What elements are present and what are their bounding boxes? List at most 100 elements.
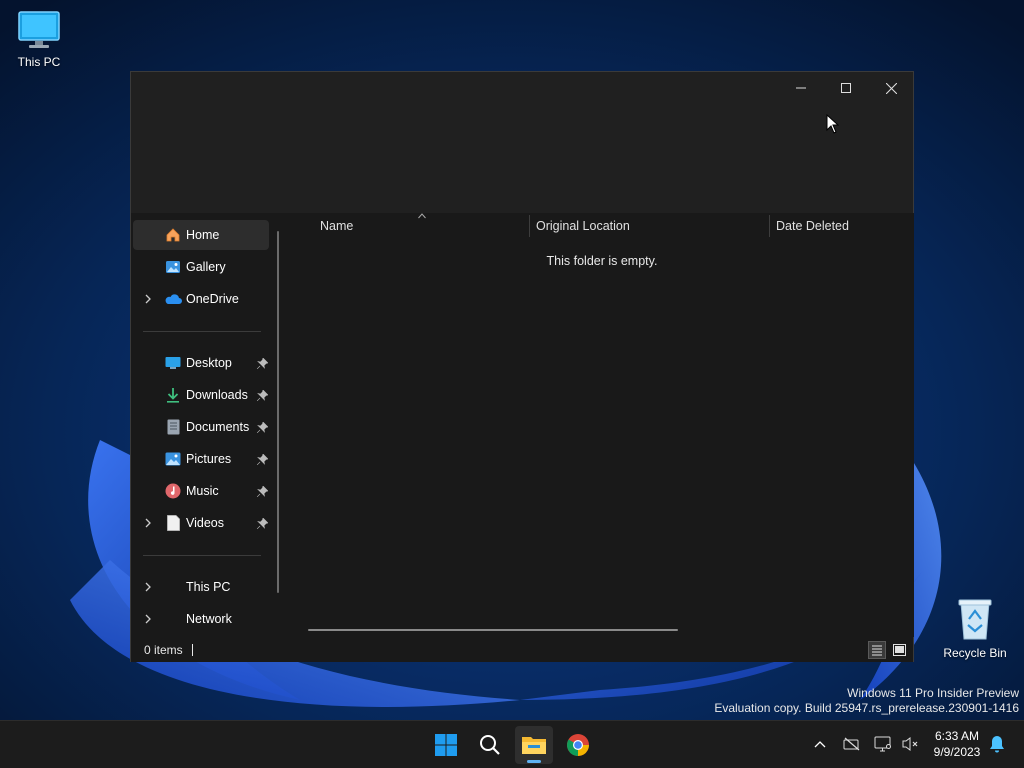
nav-scrollbar[interactable] bbox=[277, 231, 279, 593]
network-status-button[interactable] bbox=[841, 733, 863, 755]
display-icon bbox=[874, 736, 891, 752]
horizontal-scrollbar[interactable] bbox=[308, 629, 678, 631]
chrome-taskbar-button[interactable] bbox=[559, 726, 597, 764]
column-divider[interactable] bbox=[529, 215, 530, 237]
taskbar-clock[interactable]: 6:33 AM 9/9/2023 bbox=[926, 728, 988, 760]
documents-icon bbox=[164, 418, 182, 436]
nav-item-label: Desktop bbox=[186, 356, 232, 370]
nav-item-pictures[interactable]: Pictures bbox=[133, 444, 269, 474]
close-button[interactable] bbox=[868, 74, 914, 102]
chrome-icon bbox=[567, 734, 589, 756]
minimize-icon bbox=[796, 87, 806, 89]
pin-icon[interactable] bbox=[257, 389, 268, 401]
pin-icon[interactable] bbox=[257, 485, 268, 497]
recycle-bin-window: Home Gallery OneDrive Desktop Downloads … bbox=[130, 71, 914, 662]
pictures-icon bbox=[164, 450, 182, 468]
clock-time: 6:33 AM bbox=[934, 729, 980, 743]
downloads-icon bbox=[164, 386, 182, 404]
display-button[interactable] bbox=[872, 733, 894, 755]
nav-item-label: Gallery bbox=[186, 260, 226, 274]
details-view-button[interactable] bbox=[868, 641, 886, 659]
item-count: 0 items bbox=[144, 643, 183, 657]
nav-item-label: Network bbox=[186, 612, 232, 626]
clock-date: 9/9/2023 bbox=[933, 745, 981, 759]
videos-icon bbox=[164, 514, 182, 532]
gallery-icon bbox=[164, 258, 182, 276]
volume-muted-icon bbox=[902, 737, 918, 751]
nav-item-label: Videos bbox=[186, 516, 224, 530]
music-icon bbox=[164, 482, 182, 500]
nav-item-videos[interactable]: Videos bbox=[133, 508, 269, 538]
watermark-line-1: Windows 11 Pro Insider Preview bbox=[847, 686, 1019, 700]
show-hidden-icons-button[interactable] bbox=[809, 733, 831, 755]
nav-item-label: Home bbox=[186, 228, 220, 242]
nav-item-label: OneDrive bbox=[186, 292, 239, 306]
chevron-right-icon[interactable] bbox=[143, 614, 153, 624]
nav-item-label: This PC bbox=[186, 580, 231, 594]
large-icons-view-button[interactable] bbox=[890, 641, 908, 659]
nav-item-documents[interactable]: Documents bbox=[133, 412, 269, 442]
status-divider bbox=[192, 644, 193, 656]
active-app-indicator bbox=[527, 760, 541, 763]
nav-divider bbox=[143, 555, 261, 556]
window-titlebar[interactable] bbox=[131, 72, 913, 213]
desktop-icon-recycle-bin[interactable]: Recycle Bin bbox=[935, 597, 1015, 660]
column-original-location[interactable]: Original Location bbox=[536, 219, 630, 233]
nav-item-home[interactable]: Home bbox=[133, 220, 269, 250]
taskbar: 6:33 AM 9/9/2023 bbox=[0, 720, 1024, 768]
file-explorer-icon bbox=[522, 737, 546, 754]
column-date-deleted[interactable]: Date Deleted bbox=[776, 219, 849, 233]
home-icon bbox=[164, 226, 182, 244]
maximize-icon bbox=[841, 83, 851, 93]
chevron-right-icon[interactable] bbox=[143, 294, 153, 304]
large-icons-view-icon bbox=[892, 644, 906, 656]
nav-item-network[interactable]: Network bbox=[133, 604, 269, 634]
desktop-folder-icon bbox=[164, 354, 182, 372]
chevron-right-icon[interactable] bbox=[143, 582, 153, 592]
nav-item-gallery[interactable]: Gallery bbox=[133, 252, 269, 282]
chevron-up-icon bbox=[814, 741, 826, 748]
watermark-line-2: Evaluation copy. Build 25947.rs_prerelea… bbox=[714, 701, 1019, 715]
desktop-icon-this-pc[interactable]: This PC bbox=[0, 10, 79, 69]
pin-icon[interactable] bbox=[257, 453, 268, 465]
nav-item-label: Documents bbox=[186, 420, 250, 434]
pin-icon[interactable] bbox=[257, 421, 268, 433]
pin-icon[interactable] bbox=[257, 357, 268, 369]
nav-item-desktop[interactable]: Desktop bbox=[133, 348, 269, 378]
start-button[interactable] bbox=[427, 726, 465, 764]
column-name[interactable]: Name bbox=[320, 219, 353, 233]
search-button[interactable] bbox=[471, 726, 509, 764]
notifications-button[interactable] bbox=[986, 733, 1008, 755]
column-header-row: Name Original Location Date Deleted bbox=[288, 213, 914, 241]
close-icon bbox=[885, 82, 897, 94]
empty-folder-message: This folder is empty. bbox=[546, 254, 658, 268]
file-explorer-taskbar-button[interactable] bbox=[515, 726, 553, 764]
windows-start-icon bbox=[435, 734, 457, 756]
mouse-pointer-icon bbox=[826, 114, 840, 134]
pin-icon[interactable] bbox=[257, 517, 268, 529]
volume-button[interactable] bbox=[899, 733, 921, 755]
monitor-icon bbox=[18, 11, 60, 48]
notification-bell-icon bbox=[990, 736, 1004, 753]
nav-item-downloads[interactable]: Downloads bbox=[133, 380, 269, 410]
maximize-button[interactable] bbox=[823, 74, 869, 102]
nav-item-this-pc[interactable]: This PC bbox=[133, 572, 269, 602]
file-list-pane: Name Original Location Date Deleted This… bbox=[288, 213, 914, 637]
minimize-button[interactable] bbox=[778, 74, 824, 102]
details-view-icon bbox=[872, 645, 882, 656]
network-disconnected-icon bbox=[843, 737, 860, 751]
desktop-icon-label: This PC bbox=[17, 55, 61, 69]
recycle-bin-icon bbox=[958, 599, 992, 640]
onedrive-icon bbox=[164, 290, 182, 308]
nav-item-music[interactable]: Music bbox=[133, 476, 269, 506]
chevron-right-icon[interactable] bbox=[143, 518, 153, 528]
status-bar: 0 items bbox=[131, 637, 913, 662]
search-icon bbox=[480, 735, 500, 755]
os-watermark: Windows 11 Pro Insider Preview Evaluatio… bbox=[714, 686, 1019, 716]
column-divider[interactable] bbox=[769, 215, 770, 237]
desktop-icon-label: Recycle Bin bbox=[943, 646, 1007, 660]
navigation-pane: Home Gallery OneDrive Desktop Downloads … bbox=[131, 213, 282, 637]
nav-item-onedrive[interactable]: OneDrive bbox=[133, 284, 269, 314]
nav-item-label: Downloads bbox=[186, 388, 248, 402]
sort-ascending-icon bbox=[418, 213, 426, 219]
